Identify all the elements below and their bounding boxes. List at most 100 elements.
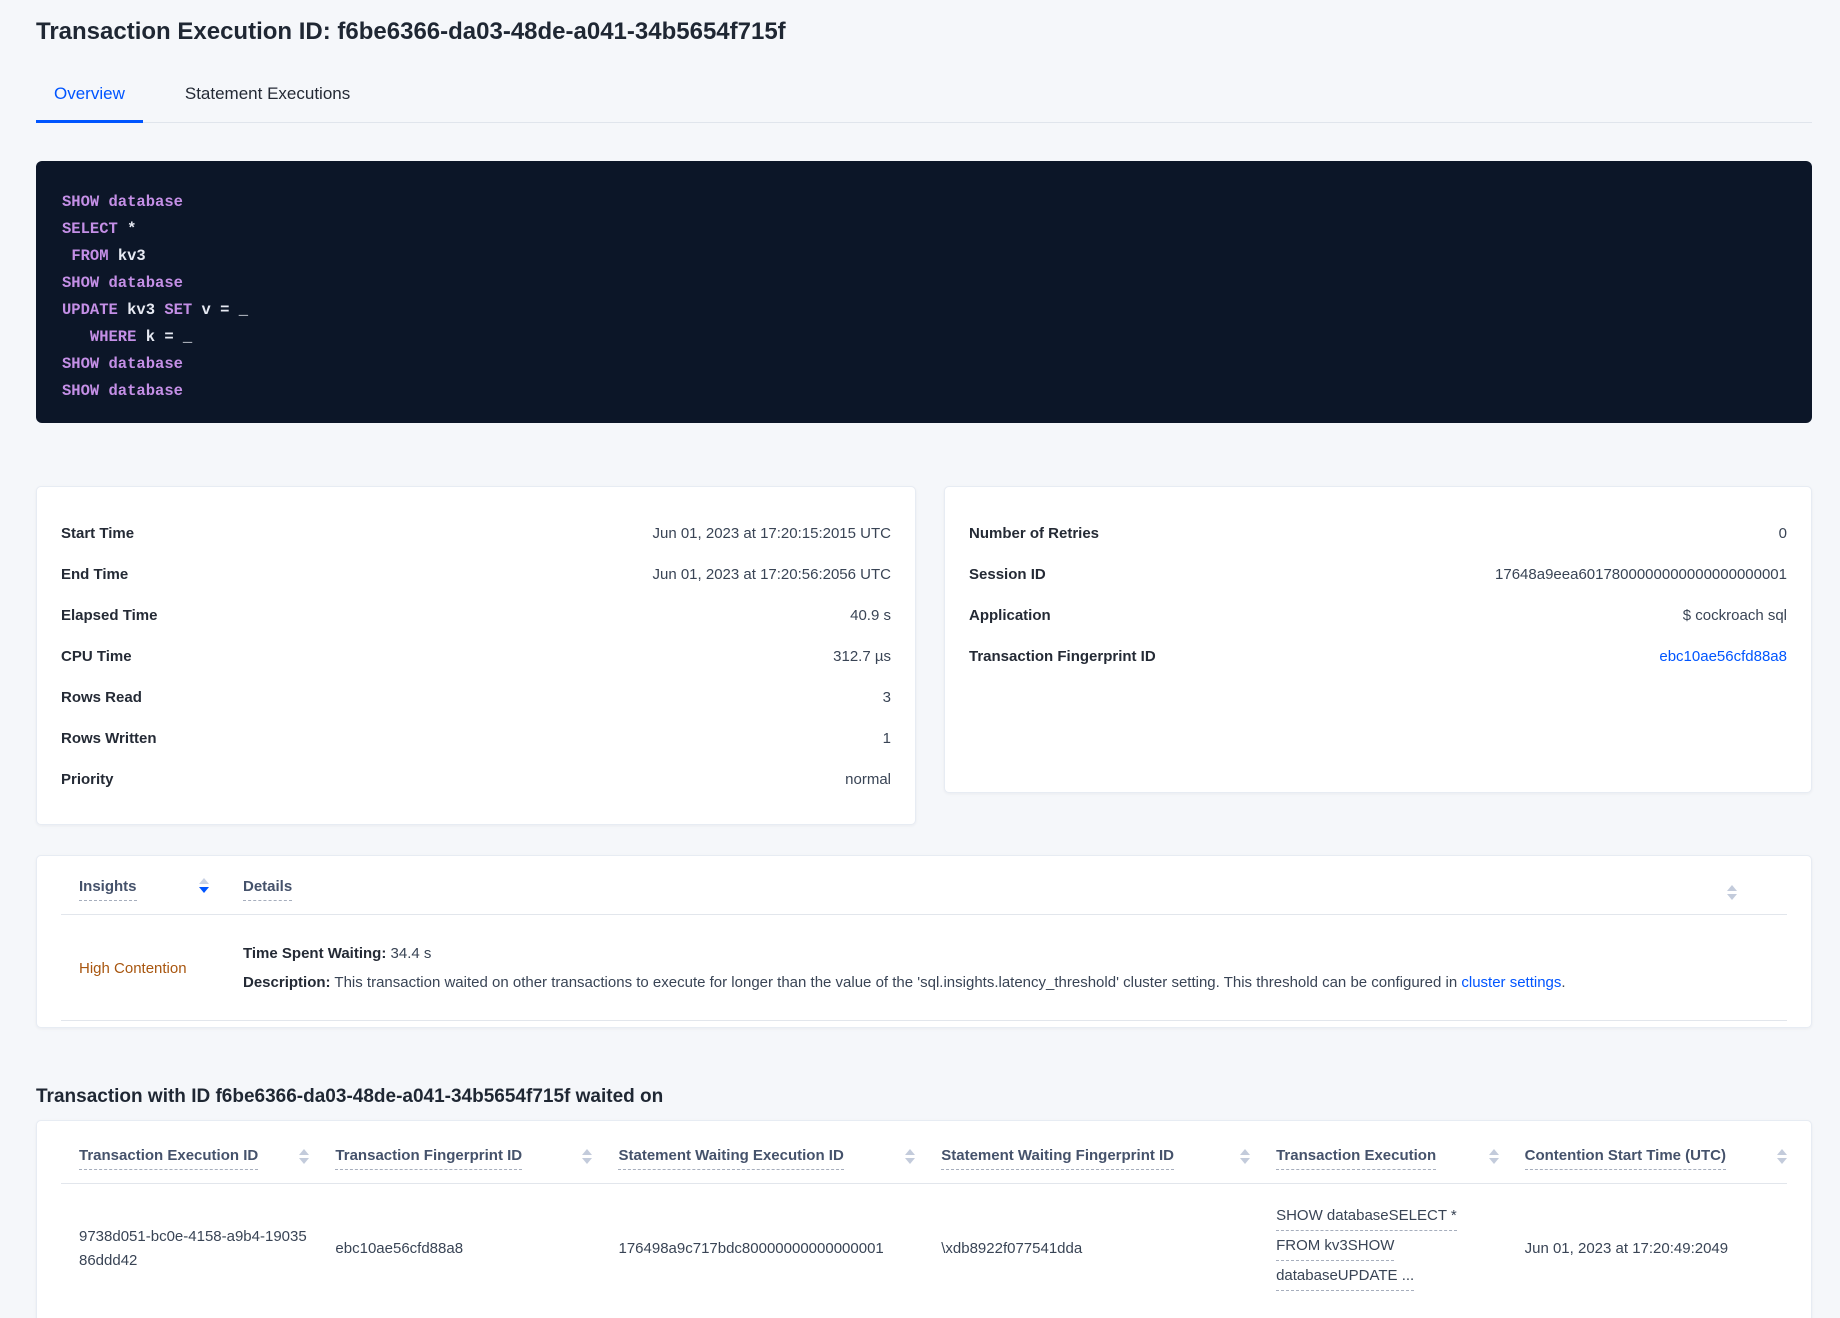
kv-value: 40.9 s [850, 607, 891, 624]
col-header-statement-waiting-execution-id[interactable]: Statement Waiting Execution ID [618, 1147, 941, 1170]
sql-line: WHERE k = _ [89, 328, 193, 346]
sort-asc-icon [1727, 885, 1737, 891]
sort-desc-icon [582, 1158, 593, 1164]
kv-row-cpu-time: CPU Time 312.7 µs [61, 636, 891, 677]
insight-row: High Contention Time Spent Waiting: 34.4… [61, 915, 1787, 1021]
sort-icon[interactable] [582, 1149, 593, 1164]
insight-description: Description: This transaction waited on … [243, 972, 1787, 994]
sql-line: UPDATE kv3 SET v = _ [62, 301, 249, 319]
cluster-settings-link[interactable]: cluster settings [1461, 974, 1561, 991]
sort-desc-icon [905, 1158, 916, 1164]
transaction-details-page: Transaction Execution ID: f6be6366-da03-… [0, 0, 1840, 1318]
cell-transaction-fingerprint-id: ebc10ae56cfd88a8 [335, 1240, 464, 1257]
waited-on-table-card: Transaction Execution ID Transaction Fin… [36, 1120, 1812, 1318]
waited-table-row: 9738d051-bc0e-4158-a9b4-1903586ddd42 ebc… [61, 1184, 1787, 1318]
tab-bar: Overview Statement Executions [36, 74, 1812, 123]
kv-value: Jun 01, 2023 at 17:20:15:2015 UTC [652, 525, 891, 542]
kv-value: 17648a9eea6017800000000000000000001 [1495, 566, 1787, 583]
sort-icon[interactable] [199, 878, 209, 901]
cell-contention-start-time: Jun 01, 2023 at 17:20:49:2049 [1524, 1240, 1729, 1257]
kv-label: Priority [61, 771, 114, 788]
tab-overview[interactable]: Overview [36, 74, 143, 123]
kv-row-transaction-fingerprint-id: Transaction Fingerprint ID ebc10ae56cfd8… [969, 636, 1787, 677]
sql-line: SELECT * [62, 220, 137, 238]
waited-table-header: Transaction Execution ID Transaction Fin… [61, 1121, 1787, 1184]
insight-type-cell: High Contention [61, 960, 243, 978]
kv-value: 312.7 µs [833, 648, 891, 665]
cell-transaction-execution-id: 9738d051-bc0e-4158-a9b4-1903586ddd42 [79, 1228, 307, 1269]
kv-label: CPU Time [61, 648, 132, 665]
sort-icon[interactable] [905, 1149, 916, 1164]
cell-transaction-execution-statement-link[interactable]: SHOW databaseSELECT * FROM kv3SHOW datab… [1276, 1204, 1525, 1294]
insights-table-header: Insights Details [61, 856, 1787, 915]
kv-label: Number of Retries [969, 525, 1100, 542]
sort-icon[interactable] [1488, 1149, 1499, 1164]
kv-value: 1 [882, 730, 891, 747]
sort-desc-icon [299, 1158, 310, 1164]
kv-value: normal [845, 771, 891, 788]
kv-row-end-time: End Time Jun 01, 2023 at 17:20:56:2056 U… [61, 554, 891, 595]
kv-label: Application [969, 607, 1051, 624]
sort-desc-icon [199, 887, 209, 893]
sort-desc-icon [1776, 1158, 1787, 1164]
col-header-insights-label: Insights [79, 878, 137, 901]
kv-value: 0 [1778, 525, 1787, 542]
sort-asc-icon [582, 1149, 593, 1155]
col-header-insights[interactable]: Insights [61, 878, 243, 901]
kv-label: End Time [61, 566, 129, 583]
kv-row-rows-written: Rows Written 1 [61, 718, 891, 759]
col-header-details[interactable]: Details [243, 878, 1727, 901]
sql-line: SHOW database [62, 382, 183, 400]
kv-label: Session ID [969, 566, 1046, 583]
description-label: Description: [243, 974, 331, 991]
kv-row-elapsed-time: Elapsed Time 40.9 s [61, 595, 891, 636]
insights-header-end [1727, 878, 1787, 900]
sort-asc-icon [1240, 1149, 1251, 1155]
kv-value: 3 [882, 689, 891, 706]
summary-card-session: Number of Retries 0 Session ID 17648a9ee… [944, 486, 1812, 793]
transaction-fingerprint-link[interactable]: ebc10ae56cfd88a8 [1659, 648, 1787, 665]
cell-statement-waiting-fingerprint-id: \xdb8922f077541dda [941, 1240, 1083, 1257]
col-header-statement-waiting-fingerprint-id[interactable]: Statement Waiting Fingerprint ID [941, 1147, 1276, 1170]
time-spent-waiting-value: 34.4 s [390, 945, 432, 962]
kv-row-rows-read: Rows Read 3 [61, 677, 891, 718]
col-header-transaction-execution[interactable]: Transaction Execution [1276, 1147, 1525, 1170]
sort-desc-icon [1727, 894, 1737, 900]
col-header-contention-start-time[interactable]: Contention Start Time (UTC) [1524, 1147, 1787, 1170]
time-spent-waiting: Time Spent Waiting: 34.4 s [243, 943, 1787, 965]
kv-label: Transaction Fingerprint ID [969, 648, 1156, 665]
transaction-sql-box: SHOW database SELECT * FROM kv3 SHOW dat… [36, 161, 1812, 423]
kv-row-start-time: Start Time Jun 01, 2023 at 17:20:15:2015… [61, 513, 891, 554]
sort-icon[interactable] [1727, 885, 1737, 900]
sort-desc-icon [1240, 1158, 1251, 1164]
col-header-transaction-fingerprint-id[interactable]: Transaction Fingerprint ID [335, 1147, 618, 1170]
col-header-details-label: Details [243, 878, 293, 901]
summary-card-timing: Start Time Jun 01, 2023 at 17:20:15:2015… [36, 486, 916, 825]
tab-statement-executions[interactable]: Statement Executions [167, 74, 368, 122]
kv-row-session-id: Session ID 17648a9eea6017800000000000000… [969, 554, 1787, 595]
description-suffix: . [1561, 974, 1566, 991]
sort-icon[interactable] [299, 1149, 310, 1164]
sql-line: FROM kv3 [71, 247, 146, 265]
col-header-transaction-execution-id[interactable]: Transaction Execution ID [61, 1147, 335, 1170]
kv-value: $ cockroach sql [1682, 607, 1787, 624]
sort-asc-icon [299, 1149, 310, 1155]
high-contention-label: High Contention [79, 959, 187, 977]
sql-line: SHOW database [62, 355, 183, 373]
sql-line: SHOW database [62, 274, 183, 292]
kv-row-retries: Number of Retries 0 [969, 513, 1787, 554]
kv-row-priority: Priority normal [61, 759, 891, 800]
summary-cards-row: Start Time Jun 01, 2023 at 17:20:15:2015… [36, 486, 1812, 825]
sort-icon[interactable] [1240, 1149, 1251, 1164]
sort-asc-icon [1776, 1149, 1787, 1155]
sort-asc-icon [1488, 1149, 1499, 1155]
time-spent-waiting-label: Time Spent Waiting: [243, 945, 387, 962]
cell-statement-waiting-execution-id: 176498a9c717bdc80000000000000001 [618, 1240, 884, 1257]
sort-asc-icon [905, 1149, 916, 1155]
kv-row-application: Application $ cockroach sql [969, 595, 1787, 636]
sort-icon[interactable] [1776, 1149, 1787, 1164]
insight-details-cell: Time Spent Waiting: 34.4 s Description: … [243, 943, 1787, 994]
kv-label: Rows Written [61, 730, 157, 747]
kv-label: Elapsed Time [61, 607, 158, 624]
description-text: This transaction waited on other transac… [334, 974, 1462, 991]
